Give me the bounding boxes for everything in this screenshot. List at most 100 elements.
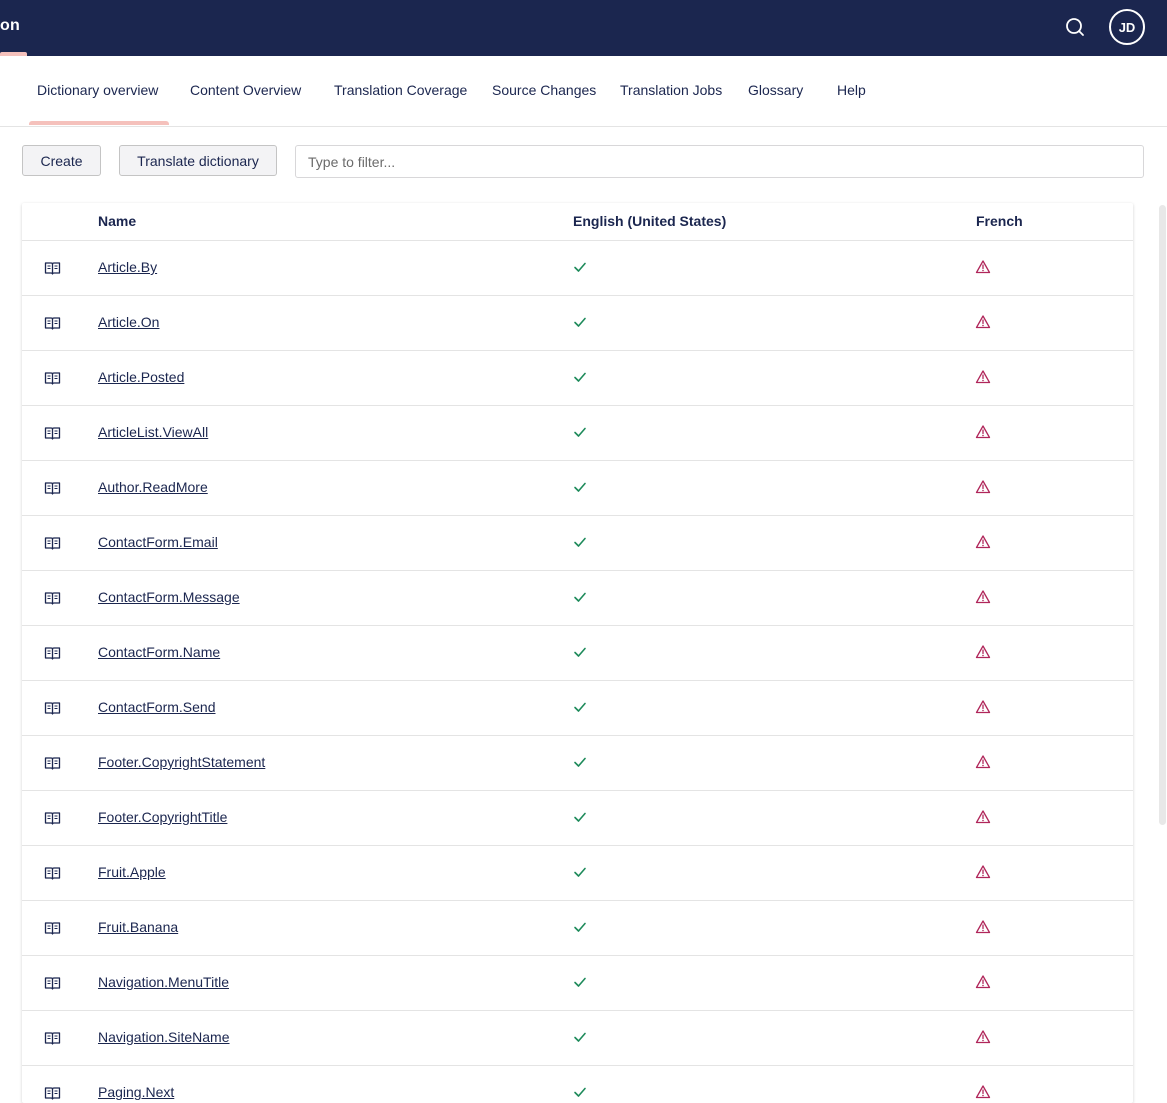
table-row[interactable]: ArticleList.ViewAll (22, 406, 1133, 461)
table-header: Name English (United States) French (22, 203, 1133, 241)
check-icon (573, 1030, 587, 1044)
column-header-english[interactable]: English (United States) (573, 213, 726, 229)
warning-icon (975, 369, 991, 385)
check-icon (573, 700, 587, 714)
check-icon (573, 480, 587, 494)
translate-dictionary-button[interactable]: Translate dictionary (119, 145, 277, 176)
dictionary-book-icon (44, 480, 61, 496)
dictionary-item-link[interactable]: Footer.CopyrightTitle (98, 809, 227, 825)
tab-help[interactable]: Help (837, 56, 866, 126)
warning-icon (975, 754, 991, 770)
user-avatar[interactable]: JD (1109, 9, 1145, 45)
warning-icon (975, 974, 991, 990)
warning-icon (975, 589, 991, 605)
search-icon[interactable] (1062, 14, 1088, 40)
dictionary-book-icon (44, 975, 61, 991)
dictionary-item-link[interactable]: ContactForm.Email (98, 534, 218, 550)
tab-content-overview[interactable]: Content Overview (190, 56, 301, 126)
tab-translation-coverage[interactable]: Translation Coverage (334, 56, 467, 126)
dictionary-book-icon (44, 1085, 61, 1101)
warning-icon (975, 534, 991, 550)
dictionary-item-link[interactable]: Footer.CopyrightStatement (98, 754, 265, 770)
check-icon (573, 590, 587, 604)
dictionary-item-link[interactable]: Author.ReadMore (98, 479, 208, 495)
dictionary-item-link[interactable]: ContactForm.Send (98, 699, 216, 715)
check-icon (573, 315, 587, 329)
dictionary-book-icon (44, 920, 61, 936)
table-row[interactable]: Article.Posted (22, 351, 1133, 406)
warning-icon (975, 864, 991, 880)
check-icon (573, 425, 587, 439)
dictionary-item-link[interactable]: ContactForm.Message (98, 589, 240, 605)
warning-icon (975, 919, 991, 935)
table-row[interactable]: ContactForm.Message (22, 571, 1133, 626)
table-row[interactable]: ContactForm.Send (22, 681, 1133, 736)
table-row[interactable]: Footer.CopyrightStatement (22, 736, 1133, 791)
dictionary-book-icon (44, 865, 61, 881)
dictionary-book-icon (44, 810, 61, 826)
dictionary-item-link[interactable]: Article.On (98, 314, 159, 330)
warning-icon (975, 809, 991, 825)
warning-icon (975, 1029, 991, 1045)
tab-bar: Dictionary overview Content Overview Tra… (0, 56, 1167, 127)
dictionary-book-icon (44, 755, 61, 771)
dictionary-book-icon (44, 645, 61, 661)
dictionary-item-link[interactable]: Navigation.SiteName (98, 1029, 230, 1045)
dictionary-book-icon (44, 370, 61, 386)
check-icon (573, 755, 587, 769)
dictionary-item-link[interactable]: ArticleList.ViewAll (98, 424, 208, 440)
table-row[interactable]: ContactForm.Email (22, 516, 1133, 571)
table-body: Article.By Article.On Article.Posted Articl… (22, 241, 1133, 1103)
table-row[interactable]: ContactForm.Name (22, 626, 1133, 681)
table-row[interactable]: Navigation.MenuTitle (22, 956, 1133, 1011)
filter-input[interactable] (295, 145, 1144, 178)
dictionary-book-icon (44, 590, 61, 606)
dictionary-book-icon (44, 535, 61, 551)
check-icon (573, 535, 587, 549)
warning-icon (975, 644, 991, 660)
dictionary-book-icon (44, 425, 61, 441)
check-icon (573, 975, 587, 989)
dictionary-item-link[interactable]: Article.Posted (98, 369, 184, 385)
dictionary-book-icon (44, 315, 61, 331)
dictionary-item-link[interactable]: Fruit.Banana (98, 919, 178, 935)
column-header-name[interactable]: Name (98, 213, 136, 229)
column-header-french[interactable]: French (976, 213, 1023, 229)
check-icon (573, 1085, 587, 1099)
table-row[interactable]: Fruit.Banana (22, 901, 1133, 956)
warning-icon (975, 699, 991, 715)
create-button[interactable]: Create (22, 145, 101, 176)
app-title[interactable]: on (0, 17, 20, 35)
warning-icon (975, 424, 991, 440)
table-row[interactable]: Author.ReadMore (22, 461, 1133, 516)
dictionary-item-link[interactable]: Article.By (98, 259, 157, 275)
table-row[interactable]: Article.On (22, 296, 1133, 351)
warning-icon (975, 1084, 991, 1100)
top-header-bar: on JD (0, 0, 1167, 56)
tab-glossary[interactable]: Glossary (748, 56, 803, 126)
dictionary-item-link[interactable]: ContactForm.Name (98, 644, 220, 660)
check-icon (573, 865, 587, 879)
scrollbar-thumb[interactable] (1159, 205, 1166, 825)
table-row[interactable]: Fruit.Apple (22, 846, 1133, 901)
dictionary-item-link[interactable]: Navigation.MenuTitle (98, 974, 229, 990)
warning-icon (975, 314, 991, 330)
active-tab-indicator (29, 121, 169, 125)
dictionary-book-icon (44, 260, 61, 276)
warning-icon (975, 479, 991, 495)
tab-translation-jobs[interactable]: Translation Jobs (620, 56, 722, 126)
dictionary-table: Name English (United States) French Arti… (22, 203, 1133, 1103)
table-row[interactable]: Navigation.SiteName (22, 1011, 1133, 1066)
table-row[interactable]: Article.By (22, 241, 1133, 296)
dictionary-book-icon (44, 700, 61, 716)
tab-dictionary-overview[interactable]: Dictionary overview (37, 56, 158, 126)
check-icon (573, 920, 587, 934)
check-icon (573, 645, 587, 659)
tab-source-changes[interactable]: Source Changes (492, 56, 596, 126)
dictionary-item-link[interactable]: Fruit.Apple (98, 864, 166, 880)
warning-icon (975, 259, 991, 275)
table-row[interactable]: Footer.CopyrightTitle (22, 791, 1133, 846)
dictionary-item-link[interactable]: Paging.Next (98, 1084, 174, 1100)
check-icon (573, 370, 587, 384)
table-row[interactable]: Paging.Next (22, 1066, 1133, 1103)
